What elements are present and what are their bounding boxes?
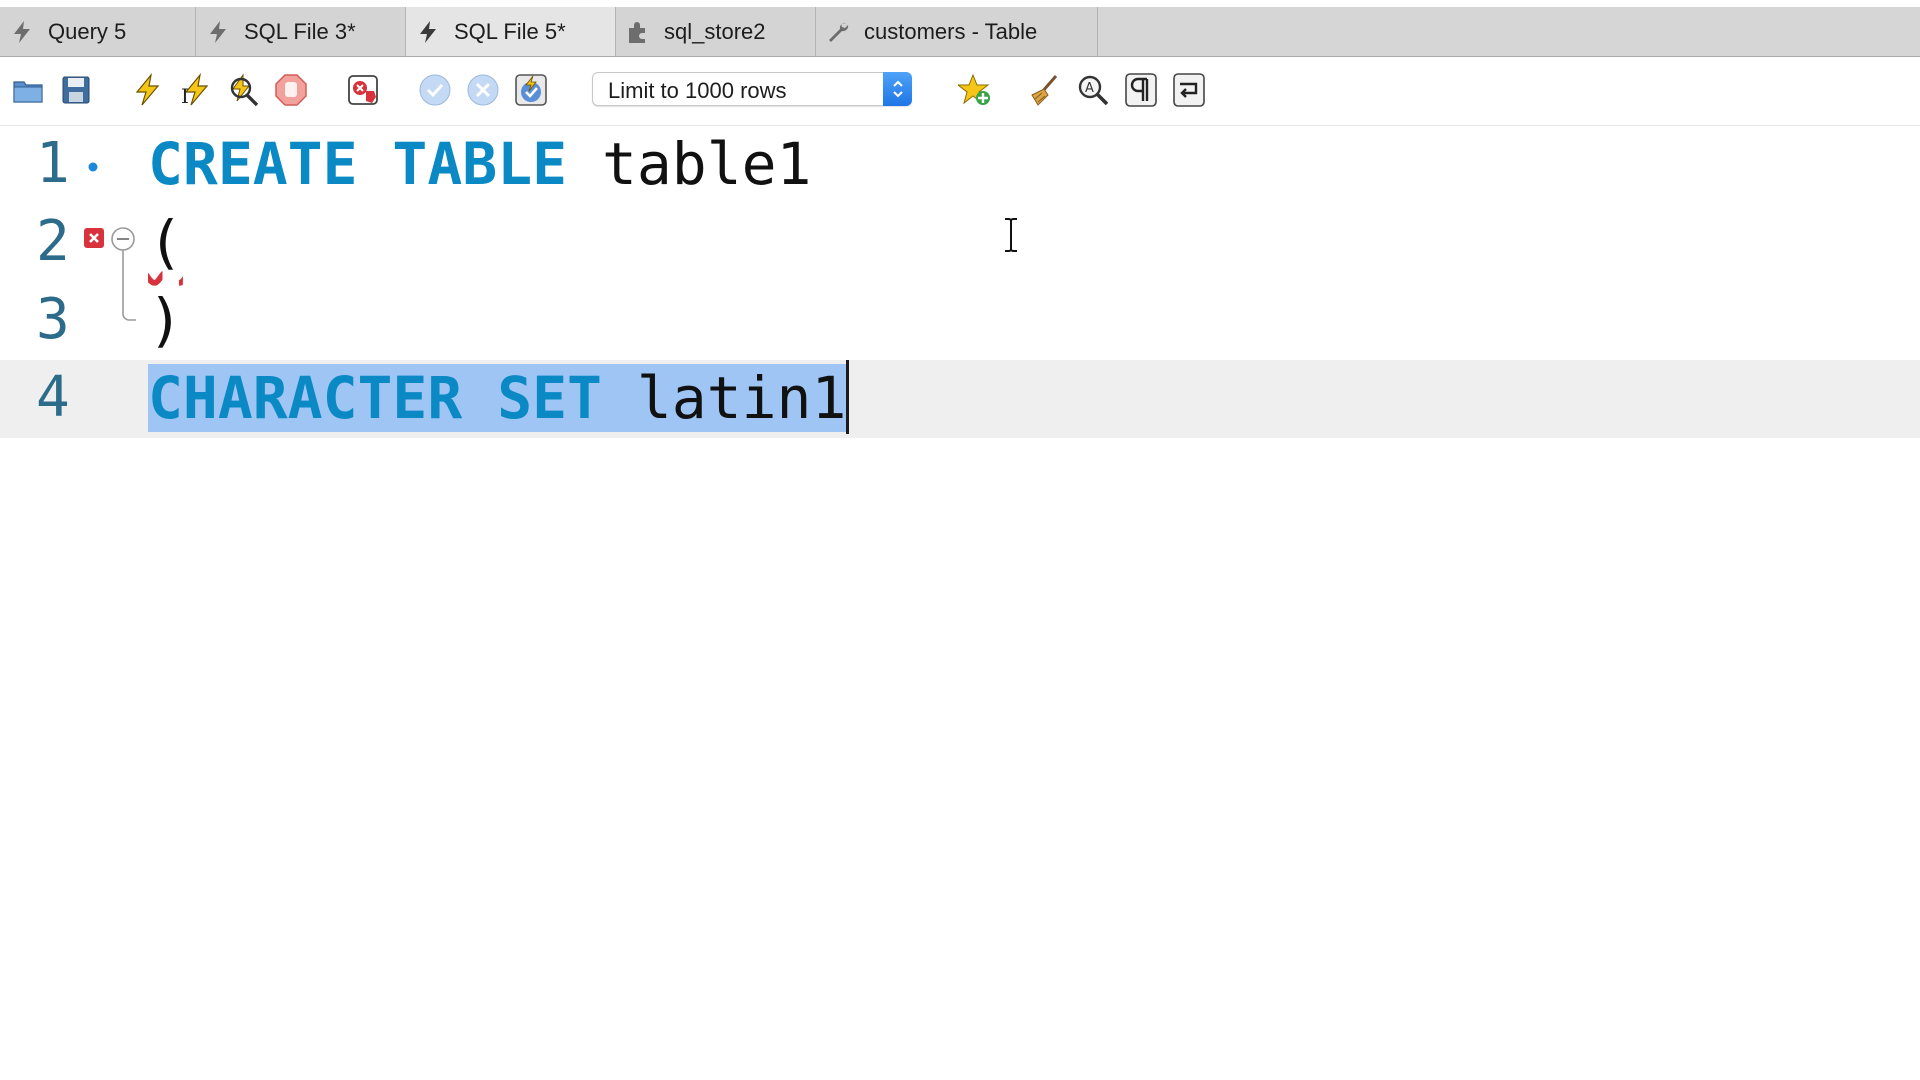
invisible-chars-icon[interactable] [1124, 73, 1158, 107]
text-cursor-icon [1001, 215, 1021, 255]
wrap-lines-icon[interactable] [1172, 73, 1206, 107]
lightning-icon [416, 20, 440, 44]
sql-editor[interactable]: 1 CREATE TABLE table1 2 ( 3 ) 4 CHARACTE… [0, 126, 1920, 1080]
code-text: CREATE TABLE table1 [148, 132, 811, 196]
save-icon[interactable] [59, 73, 93, 107]
code-text: ( [148, 210, 183, 274]
code-line: 3 ) [0, 282, 1920, 360]
tab-query-5[interactable]: Query 5 [0, 7, 196, 56]
tab-label: SQL File 3* [244, 18, 356, 44]
tab-label: sql_store2 [664, 18, 766, 44]
code-line: 1 CREATE TABLE table1 [0, 126, 1920, 204]
commit-icon[interactable] [418, 73, 452, 107]
find-icon[interactable]: A [1076, 73, 1110, 107]
tab-label: Query 5 [48, 18, 127, 44]
line-number: 3 [36, 287, 70, 352]
code-text: CHARACTER SET latin1 [148, 360, 850, 434]
code-line: 2 ( [0, 204, 1920, 321]
stop-icon[interactable] [274, 73, 308, 107]
code-line-current: 4 CHARACTER SET latin1 [0, 360, 1920, 438]
identifier: table1 [567, 130, 812, 198]
svg-text:A: A [1085, 81, 1094, 96]
keyword: CREATE TABLE [148, 130, 568, 198]
statement-dot-icon [88, 159, 98, 177]
tab-customers-table[interactable]: customers - Table [816, 7, 1098, 56]
tab-sql-store2[interactable]: sql_store2 [616, 7, 816, 56]
toggle-error-stop-icon[interactable] [346, 73, 380, 107]
code-text: ) [148, 288, 183, 352]
beautify-icon[interactable] [1028, 73, 1062, 107]
rollback-icon[interactable] [466, 73, 500, 107]
keyword: CHARACTER SET [148, 364, 602, 432]
line-number: 2 [36, 209, 70, 274]
tab-bar: Query 5 SQL File 3* SQL File 5* sql_stor… [0, 0, 1920, 57]
add-snippet-icon[interactable] [958, 73, 992, 107]
lightning-icon [10, 20, 34, 44]
close-paren: ) [148, 286, 183, 354]
limit-rows-select[interactable]: Limit to 1000 rows [592, 72, 912, 106]
lightning-icon [206, 20, 230, 44]
execute-icon[interactable] [130, 73, 164, 107]
tab-label: SQL File 5* [454, 18, 566, 44]
line-number: 4 [36, 365, 70, 430]
chevron-up-down-icon [883, 72, 912, 106]
open-folder-icon[interactable] [11, 73, 45, 107]
selected-text: CHARACTER SET latin1 [148, 364, 847, 432]
tab-sql-file-3[interactable]: SQL File 3* [196, 7, 406, 56]
editor-toolbar: I Limit to 1000 rows A [0, 57, 1920, 126]
text-caret [846, 360, 850, 434]
error-icon[interactable] [84, 228, 104, 253]
puzzle-icon [626, 20, 650, 44]
identifier: latin1 [601, 364, 847, 432]
tab-sql-file-5[interactable]: SQL File 5* [406, 7, 616, 56]
tab-label: customers - Table [864, 18, 1038, 44]
open-paren: ( [148, 208, 183, 276]
autocommit-icon[interactable] [514, 73, 548, 107]
explain-icon[interactable] [226, 73, 260, 107]
line-number: 1 [36, 131, 70, 196]
wrench-icon [826, 20, 850, 44]
execute-current-icon[interactable]: I [178, 73, 212, 107]
limit-rows-value: Limit to 1000 rows [608, 78, 787, 103]
svg-text:I: I [181, 84, 189, 107]
